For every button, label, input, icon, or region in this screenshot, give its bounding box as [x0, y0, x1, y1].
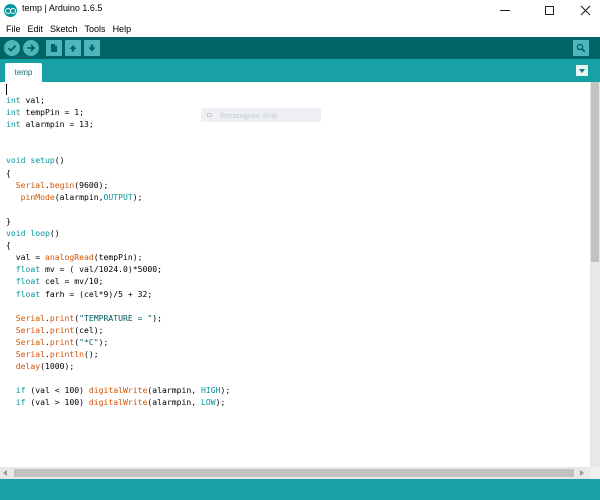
new-sketch-button[interactable] — [46, 40, 62, 56]
scroll-corner — [590, 467, 600, 479]
menu-sketch[interactable]: Sketch — [47, 24, 81, 34]
tab-strip: temp — [0, 59, 600, 82]
verify-button[interactable] — [4, 40, 20, 56]
minimize-icon — [500, 10, 510, 11]
code-line: if (val < 100) digitalWrite(alarmpin, HI… — [15, 385, 231, 396]
close-button[interactable] — [566, 0, 600, 21]
menu-tools[interactable]: Tools — [82, 24, 109, 34]
title-bar: temp | Arduino 1.6.5 — [0, 0, 600, 21]
new-file-icon — [51, 44, 57, 52]
arrow-up-icon — [69, 45, 77, 52]
code-line: { — [6, 167, 11, 178]
save-sketch-button[interactable] — [84, 40, 100, 56]
serial-monitor-button[interactable] — [573, 40, 589, 56]
code-line: pinMode(alarmpin,OUTPUT); — [20, 191, 143, 202]
code-line: void setup() — [6, 155, 65, 166]
arrow-down-icon — [88, 44, 96, 52]
code-line: float cel = mv/10; — [15, 276, 104, 287]
menu-bar: File Edit Sketch Tools Help — [0, 21, 600, 37]
snip-icon — [207, 113, 212, 117]
arduino-logo-icon — [4, 4, 17, 17]
code-line: Serial.print(cel); — [15, 324, 104, 335]
maximize-icon — [544, 6, 554, 15]
upload-button[interactable] — [23, 40, 39, 56]
toolbar — [0, 37, 600, 59]
code-line: int val; — [6, 95, 45, 105]
chevron-down-icon — [579, 68, 585, 73]
vertical-scrollbar[interactable] — [590, 82, 600, 467]
snip-label: Rectangular Snip — [220, 110, 278, 120]
code-line: Serial.print("*C"); — [15, 336, 109, 347]
code-content: int val; int tempPin = 1; int alarmpin = 1… — [6, 94, 230, 408]
open-sketch-button[interactable] — [65, 40, 81, 56]
magnifier-icon — [576, 43, 586, 53]
code-line: float farh = (cel*9)/5 + 32; — [15, 288, 153, 299]
close-icon — [580, 5, 590, 16]
code-line: float mv = ( val/1024.0)*5000; — [15, 264, 162, 275]
code-line: int tempPin = 1; — [6, 107, 84, 118]
code-line: Serial.print("TEMPRATURE = "); — [15, 312, 162, 323]
checkmark-icon — [7, 44, 17, 52]
code-line: Serial.println(); — [15, 348, 99, 359]
code-line: void loop() — [6, 228, 60, 239]
code-line: Serial.begin(9600); — [15, 179, 109, 190]
tab-temp[interactable]: temp — [5, 63, 42, 82]
menu-file[interactable]: File — [3, 24, 24, 34]
code-line: delay(1000); — [15, 361, 75, 372]
rectangular-snip-overlay: Rectangular Snip — [201, 108, 321, 122]
vertical-scrollbar-thumb[interactable] — [591, 82, 599, 262]
code-line: val = analogRead(tempPin); — [15, 252, 143, 263]
code-line: } — [6, 215, 11, 226]
minimize-button[interactable] — [486, 0, 524, 21]
horizontal-scrollbar-thumb[interactable] — [14, 469, 574, 477]
maximize-button[interactable] — [530, 0, 568, 21]
scroll-right-icon[interactable] — [580, 470, 584, 476]
console-panel — [0, 479, 600, 500]
window-title: temp | Arduino 1.6.5 — [22, 3, 103, 13]
scroll-left-icon[interactable] — [3, 470, 7, 476]
code-line: { — [6, 240, 11, 251]
code-line: if (val > 100) digitalWrite(alarmpin, LO… — [15, 397, 226, 408]
menu-edit[interactable]: Edit — [25, 24, 47, 34]
horizontal-scrollbar[interactable] — [0, 467, 590, 479]
code-editor[interactable]: int val; int tempPin = 1; int alarmpin = 1… — [0, 82, 590, 467]
menu-help[interactable]: Help — [110, 24, 135, 34]
arrow-right-icon — [27, 44, 36, 52]
tab-menu-button[interactable] — [576, 65, 588, 76]
code-line: int alarmpin = 13; — [6, 119, 94, 130]
